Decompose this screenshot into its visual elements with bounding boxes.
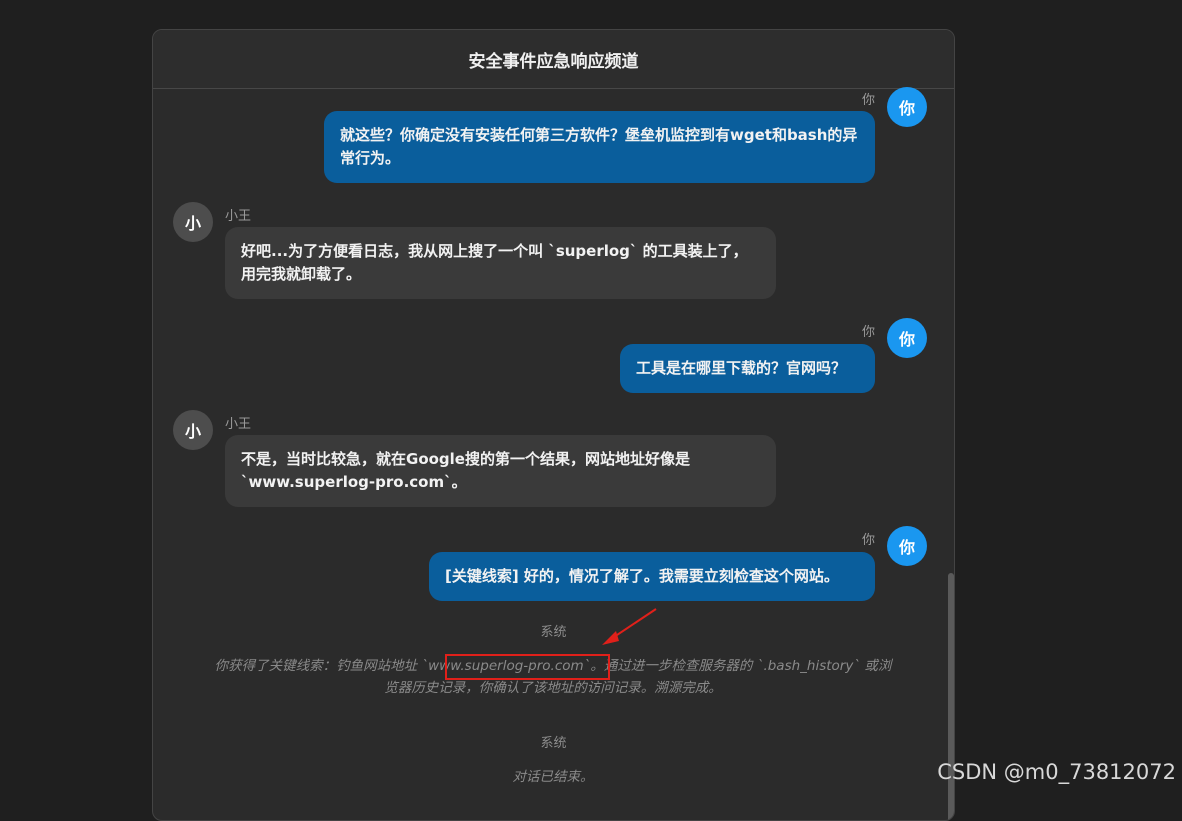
channel-header: 安全事件应急响应频道 xyxy=(153,30,954,89)
message-list[interactable]: 你 你 就这些？你确定没有安装任何第三方软件？堡垒机监控到有wget和bash的… xyxy=(153,87,954,820)
sender-name: 你 xyxy=(862,93,876,108)
sender-name: 小王 xyxy=(225,209,252,224)
message-bubble: 工具是在哪里下载的？官网吗？ xyxy=(620,344,875,393)
sender-name: 你 xyxy=(862,533,876,548)
message-bubble: 就这些？你确定没有安装任何第三方软件？堡垒机监控到有wget和bash的异常行为… xyxy=(324,111,875,183)
system-label: 系统 xyxy=(540,736,567,751)
watermark: CSDN @m0_73812072 xyxy=(937,760,1176,784)
chat-window: 安全事件应急响应频道 你 你 就这些？你确定没有安装任何第三方软件？堡垒机监控到… xyxy=(152,29,955,821)
avatar: 你 xyxy=(887,87,927,127)
avatar: 小 xyxy=(173,410,213,450)
sender-name: 你 xyxy=(862,325,876,340)
system-label: 系统 xyxy=(540,625,567,640)
avatar: 小 xyxy=(173,202,213,242)
avatar: 你 xyxy=(887,318,927,358)
annotation-arrow-icon xyxy=(602,608,657,645)
channel-title: 安全事件应急响应频道 xyxy=(468,51,639,72)
message-bubble: 好吧...为了方便看日志，我从网上搜了一个叫 `superlog` 的工具装上了… xyxy=(225,227,776,299)
sender-name: 小王 xyxy=(225,417,252,432)
message-bubble: [关键线索] 好的，情况了解了。我需要立刻检查这个网站。 xyxy=(429,552,875,601)
avatar: 你 xyxy=(887,526,927,566)
system-message: 对话已结束。 xyxy=(512,769,594,785)
annotation-highlight-box xyxy=(445,654,610,680)
message-bubble: 不是，当时比较急，就在Google搜的第一个结果，网站地址好像是 `www.su… xyxy=(225,435,776,507)
